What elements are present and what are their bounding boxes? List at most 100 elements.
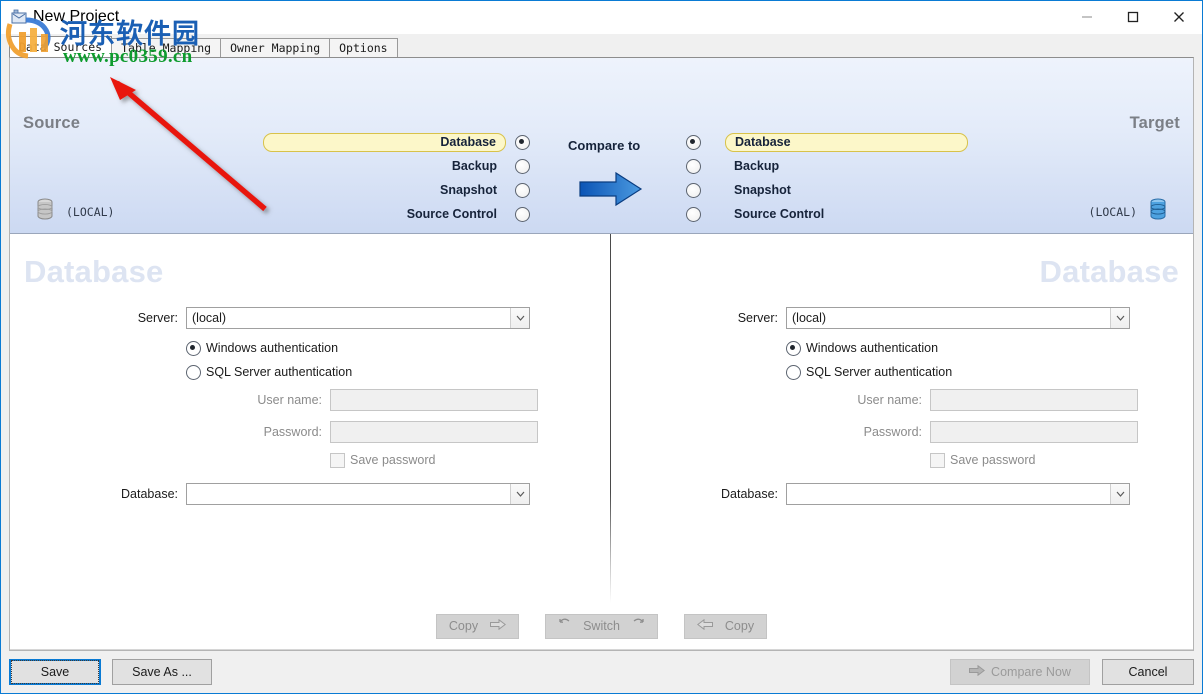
target-radio-backup[interactable] bbox=[686, 159, 701, 174]
database-cylinder-icon-gray bbox=[36, 198, 54, 225]
close-button[interactable] bbox=[1156, 1, 1202, 32]
source-database-combobox[interactable] bbox=[186, 483, 530, 505]
target-sql-auth-row[interactable]: SQL Server authentication bbox=[610, 362, 1194, 382]
source-database-row: Database: bbox=[10, 484, 610, 504]
source-password-input[interactable] bbox=[330, 421, 538, 443]
cancel-button[interactable]: Cancel bbox=[1102, 659, 1194, 685]
source-radio-backup[interactable] bbox=[515, 159, 530, 174]
target-option-label: Database bbox=[725, 133, 968, 152]
tab-strip-container: Data Sources Table Mapping Owner Mapping… bbox=[1, 34, 1202, 57]
target-option-snapshot[interactable]: Snapshot bbox=[686, 178, 976, 202]
chevron-down-icon[interactable] bbox=[510, 484, 529, 504]
target-radio-snapshot[interactable] bbox=[686, 183, 701, 198]
target-save-password-checkbox[interactable] bbox=[930, 453, 945, 468]
source-radio-database[interactable] bbox=[515, 135, 530, 150]
target-server-combobox[interactable]: (local) bbox=[786, 307, 1130, 329]
maximize-button[interactable] bbox=[1110, 1, 1156, 32]
target-option-label: Source Control bbox=[725, 207, 824, 221]
tab-options[interactable]: Options bbox=[329, 38, 397, 58]
source-option-label: Database bbox=[263, 133, 506, 152]
minimize-button[interactable] bbox=[1064, 1, 1110, 32]
target-sql-auth-label: SQL Server authentication bbox=[806, 365, 952, 379]
source-sql-auth-label: SQL Server authentication bbox=[206, 365, 352, 379]
target-database-combobox[interactable] bbox=[786, 483, 1130, 505]
tab-strip: Data Sources Table Mapping Owner Mapping… bbox=[9, 36, 397, 58]
source-sql-auth-row[interactable]: SQL Server authentication bbox=[10, 362, 610, 382]
source-option-label: Backup bbox=[452, 159, 506, 173]
tab-table-mapping[interactable]: Table Mapping bbox=[111, 38, 221, 58]
chevron-down-icon[interactable] bbox=[1110, 484, 1129, 504]
target-option-backup[interactable]: Backup bbox=[686, 154, 976, 178]
source-option-database[interactable]: Database bbox=[258, 130, 530, 154]
database-cylinder-icon-blue bbox=[1149, 198, 1167, 225]
target-option-list: Database Backup Snapshot Source Control bbox=[686, 130, 976, 226]
source-radio-source-control[interactable] bbox=[515, 207, 530, 222]
switch-button[interactable]: Switch bbox=[545, 614, 658, 639]
target-save-password-row[interactable]: Save password bbox=[610, 450, 1194, 470]
compare-direction-arrow-icon bbox=[578, 170, 644, 213]
compare-now-button[interactable]: Compare Now bbox=[950, 659, 1090, 685]
chevron-down-icon[interactable] bbox=[1110, 308, 1129, 328]
target-password-row: Password: bbox=[610, 422, 1194, 442]
target-password-input[interactable] bbox=[930, 421, 1138, 443]
target-username-row: User name: bbox=[610, 390, 1194, 410]
target-database-label: Database: bbox=[610, 487, 786, 501]
save-as-label: Save As ... bbox=[132, 665, 192, 679]
source-option-backup[interactable]: Backup bbox=[258, 154, 530, 178]
source-username-input[interactable] bbox=[330, 389, 538, 411]
transfer-button-group: Copy Switch Copy bbox=[10, 603, 1193, 650]
target-radio-source-control[interactable] bbox=[686, 207, 701, 222]
action-bar: Save Save As ... Compare Now Cancel bbox=[1, 651, 1202, 693]
target-option-database[interactable]: Database bbox=[686, 130, 976, 154]
tab-label: Table Mapping bbox=[121, 41, 211, 55]
arrow-right-icon bbox=[490, 619, 506, 633]
swap-right-icon bbox=[632, 618, 645, 634]
source-save-password-checkbox[interactable] bbox=[330, 453, 345, 468]
target-server-name: (LOCAL) bbox=[1089, 205, 1137, 219]
source-sql-auth-radio[interactable] bbox=[186, 365, 201, 380]
target-option-label: Snapshot bbox=[725, 183, 791, 197]
target-windows-auth-row[interactable]: Windows authentication bbox=[610, 338, 1194, 358]
source-option-source-control[interactable]: Source Control bbox=[258, 202, 530, 226]
target-username-label: User name: bbox=[610, 393, 930, 407]
window-title: New Project bbox=[33, 8, 119, 26]
save-label: Save bbox=[41, 665, 70, 679]
connection-forms-area: Database Server: (local) bbox=[10, 234, 1193, 603]
source-save-password-row[interactable]: Save password bbox=[10, 450, 610, 470]
source-windows-auth-radio[interactable] bbox=[186, 341, 201, 356]
copy-right-button[interactable]: Copy bbox=[436, 614, 519, 639]
source-username-label: User name: bbox=[10, 393, 330, 407]
tab-owner-mapping[interactable]: Owner Mapping bbox=[220, 38, 330, 58]
application-window: New Project Data Sources Table Mapping O… bbox=[0, 0, 1203, 694]
tab-label: Data Sources bbox=[19, 40, 102, 54]
compare-to-label: Compare to bbox=[568, 138, 640, 153]
source-database-label: Database: bbox=[10, 487, 186, 501]
target-radio-database[interactable] bbox=[686, 135, 701, 150]
source-windows-auth-row[interactable]: Windows authentication bbox=[10, 338, 610, 358]
target-windows-auth-radio[interactable] bbox=[786, 341, 801, 356]
target-username-input[interactable] bbox=[930, 389, 1138, 411]
tab-label: Owner Mapping bbox=[230, 41, 320, 55]
source-server-combobox[interactable]: (local) bbox=[186, 307, 530, 329]
copy-right-label: Copy bbox=[449, 619, 478, 633]
tab-data-sources[interactable]: Data Sources bbox=[9, 36, 112, 58]
source-server-row: Server: (local) bbox=[10, 308, 610, 328]
client-area: Source Target Database Backup Snapshot S… bbox=[9, 57, 1194, 651]
target-database-row: Database: bbox=[610, 484, 1194, 504]
chevron-down-icon[interactable] bbox=[510, 308, 529, 328]
target-server-label: Server: bbox=[610, 311, 786, 325]
source-password-label: Password: bbox=[10, 425, 330, 439]
source-server-value: (local) bbox=[187, 311, 226, 325]
copy-left-button[interactable]: Copy bbox=[684, 614, 767, 639]
save-button[interactable]: Save bbox=[9, 659, 101, 685]
source-radio-snapshot[interactable] bbox=[515, 183, 530, 198]
source-option-snapshot[interactable]: Snapshot bbox=[258, 178, 530, 202]
copy-left-label: Copy bbox=[725, 619, 754, 633]
source-option-list: Database Backup Snapshot Source Control bbox=[258, 130, 530, 226]
save-as-button[interactable]: Save As ... bbox=[112, 659, 212, 685]
switch-label: Switch bbox=[583, 619, 620, 633]
source-password-row: Password: bbox=[10, 422, 610, 442]
target-option-source-control[interactable]: Source Control bbox=[686, 202, 976, 226]
target-option-label: Backup bbox=[725, 159, 779, 173]
target-sql-auth-radio[interactable] bbox=[786, 365, 801, 380]
